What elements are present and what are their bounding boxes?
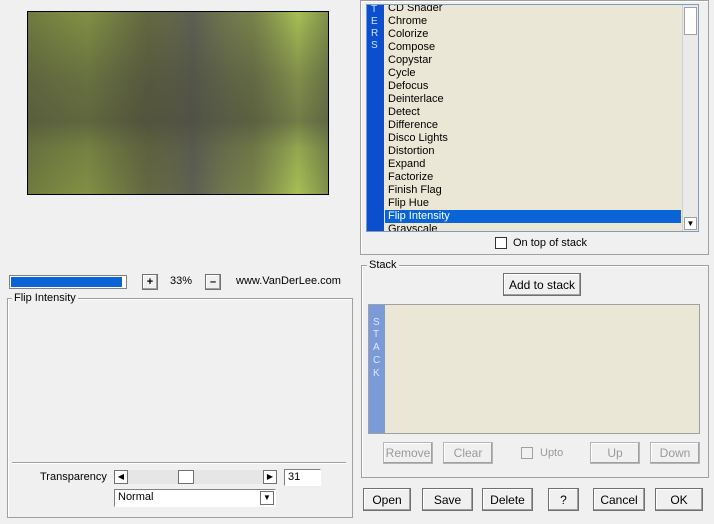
filter-list-item[interactable]: Flip Intensity — [385, 210, 681, 223]
scrollbar-thumb[interactable] — [684, 7, 697, 35]
filter-options-title: Flip Intensity — [12, 292, 78, 304]
filter-list-item[interactable]: Finish Flag — [385, 184, 681, 197]
stripe-letter: T — [373, 329, 380, 340]
ok-button[interactable]: OK — [655, 488, 703, 511]
upto-label: Upto — [540, 447, 564, 459]
delete-button[interactable]: Delete — [482, 488, 533, 511]
filter-list-item[interactable]: Cycle — [385, 67, 681, 80]
filter-list[interactable]: T E R S CD Shader Chrome Colorize Compose Co… — [366, 4, 699, 232]
zoom-out-button[interactable]: – — [205, 274, 221, 290]
filter-list-item[interactable]: Chrome — [385, 15, 681, 28]
stack-stripe: S T A C K — [369, 305, 385, 433]
filter-list-item[interactable]: Difference — [385, 119, 681, 132]
preview-image — [27, 11, 329, 195]
on-top-checkbox[interactable] — [495, 237, 507, 249]
add-to-stack-button[interactable]: Add to stack — [503, 273, 581, 296]
filter-list-item[interactable]: Deinterlace — [385, 93, 681, 106]
stripe-letter: A — [373, 342, 380, 353]
filter-list-item[interactable]: Grayscale — [385, 223, 681, 231]
upto-checkbox[interactable] — [521, 447, 533, 459]
stripe-letter: S — [373, 317, 380, 328]
stripe-letter: R — [371, 28, 379, 39]
chevron-down-icon[interactable]: ▼ — [260, 491, 274, 505]
filter-list-item[interactable]: Expand — [385, 158, 681, 171]
slider-thumb[interactable] — [177, 470, 194, 484]
save-button[interactable]: Save — [422, 488, 473, 511]
filter-list-item[interactable]: Defocus — [385, 80, 681, 93]
up-button[interactable]: Up — [590, 442, 640, 464]
on-top-label: On top of stack — [513, 237, 587, 249]
filter-items: CD Shader Chrome Colorize Compose Copystar Cy… — [385, 5, 681, 231]
open-button[interactable]: Open — [363, 488, 411, 511]
stack-list[interactable]: S T A C K — [368, 304, 700, 434]
filter-list-item[interactable]: Compose — [385, 41, 681, 54]
stripe-letter: C — [373, 355, 381, 366]
scroll-down-icon[interactable]: ▼ — [684, 217, 697, 230]
down-button[interactable]: Down — [650, 442, 700, 464]
divider — [12, 462, 346, 464]
filter-list-item[interactable]: CD Shader — [385, 5, 681, 15]
website-link[interactable]: www.VanDerLee.com — [236, 275, 341, 287]
zoom-in-button[interactable]: + — [142, 274, 158, 290]
filter-list-item[interactable]: Factorize — [385, 171, 681, 184]
scroll-right-icon[interactable]: ▶ — [263, 470, 277, 484]
stripe-letter: K — [373, 368, 380, 379]
transparency-slider[interactable]: ◀ ▶ — [114, 469, 277, 485]
progress-bar — [9, 275, 127, 289]
stack-title: Stack — [367, 259, 399, 271]
transparency-label: Transparency — [40, 471, 107, 483]
filter-stripe: T E R S — [367, 5, 384, 231]
blend-mode-select[interactable]: Normal ▼ — [114, 489, 276, 507]
filter-list-item[interactable]: Detect — [385, 106, 681, 119]
help-button[interactable]: ? — [548, 488, 579, 511]
filter-list-item[interactable]: Copystar — [385, 54, 681, 67]
zoom-level: 33% — [170, 275, 193, 287]
filter-list-item[interactable]: Colorize — [385, 28, 681, 41]
slider-track[interactable] — [128, 470, 263, 484]
clear-button[interactable]: Clear — [443, 442, 493, 464]
blend-mode-value: Normal — [118, 491, 154, 503]
progress-fill — [11, 277, 122, 287]
stripe-letter: S — [371, 40, 378, 51]
filter-list-item[interactable]: Distortion — [385, 145, 681, 158]
cancel-button[interactable]: Cancel — [593, 488, 645, 511]
stripe-letter: T — [371, 4, 378, 15]
remove-button[interactable]: Remove — [383, 442, 433, 464]
filter-list-item[interactable]: Disco Lights — [385, 132, 681, 145]
transparency-value-field[interactable]: 31 — [284, 469, 321, 486]
filter-list-item[interactable]: Flip Hue — [385, 197, 681, 210]
stripe-letter: E — [371, 16, 378, 27]
filter-list-scrollbar[interactable]: ▼ — [682, 5, 698, 231]
scroll-left-icon[interactable]: ◀ — [114, 470, 128, 484]
